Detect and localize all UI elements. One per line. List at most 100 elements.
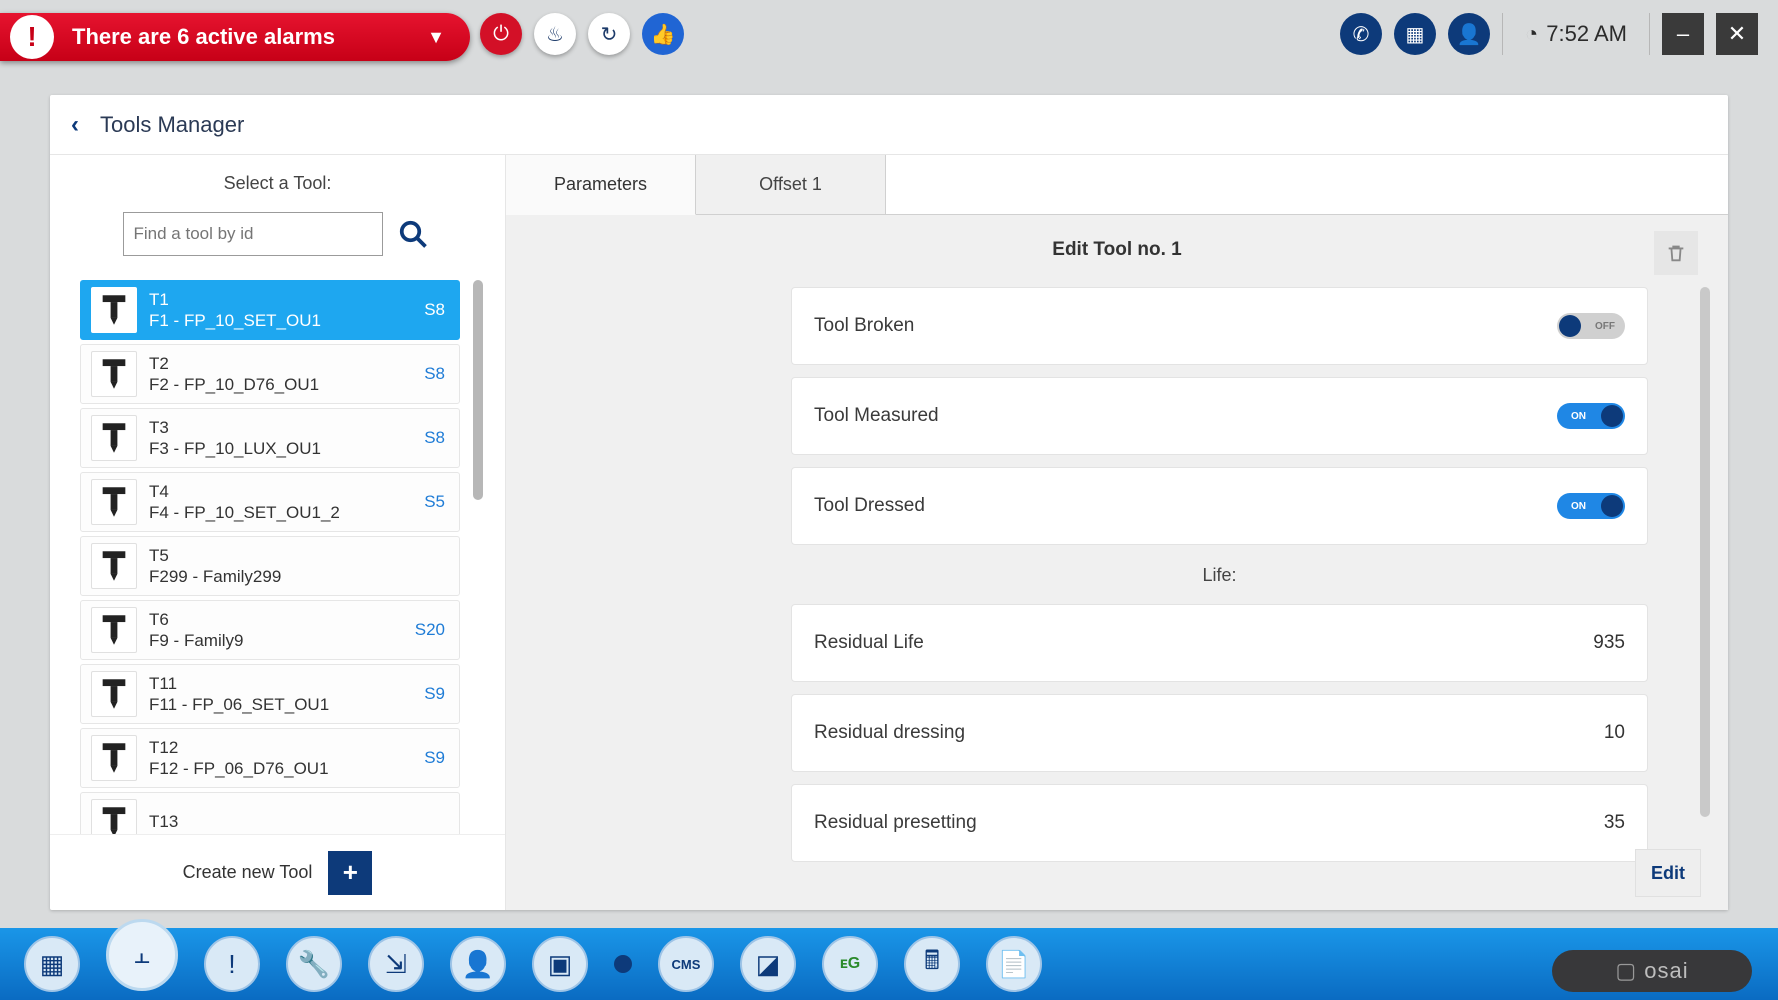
tool-family: F11 - FP_06_SET_OU1 [149, 694, 424, 715]
tool-icon [91, 351, 137, 397]
brand-logo: ▢ osai [1552, 950, 1752, 992]
dock-apps-icon[interactable]: ▦ [24, 936, 80, 992]
back-button[interactable]: ‹ [50, 111, 100, 139]
param-label: Residual dressing [814, 722, 1604, 744]
tool-slot: S9 [424, 684, 445, 704]
tool-slot: S9 [424, 748, 445, 768]
machine-icon[interactable]: ▦ [1394, 13, 1436, 55]
tool-family: F3 - FP_10_LUX_OU1 [149, 438, 424, 459]
page-title: Tools Manager [100, 112, 244, 138]
scrollbar[interactable] [1700, 287, 1710, 817]
tool-id: T13 [149, 811, 445, 832]
param-row: Tool Broken OFF [791, 287, 1648, 365]
toggle-switch[interactable]: OFF [1557, 313, 1625, 339]
tool-family: F1 - FP_10_SET_OU1 [149, 310, 424, 331]
dock-notes-icon[interactable]: 📄 [986, 936, 1042, 992]
tool-icon [91, 607, 137, 653]
tool-slot: S8 [424, 428, 445, 448]
search-input[interactable] [123, 212, 383, 256]
dock-screen-icon[interactable]: ▣ [532, 936, 588, 992]
life-section-label: Life: [791, 565, 1648, 586]
tool-list-item[interactable]: T13 [80, 792, 460, 834]
dock-alerts-icon[interactable]: ! [204, 936, 260, 992]
tool-id: T2 [149, 353, 424, 374]
dock-calc-icon[interactable]: 🖩 [904, 936, 960, 992]
param-label: Tool Dressed [814, 495, 1557, 517]
sync-icon[interactable]: ↻ [588, 13, 630, 55]
tool-family: F4 - FP_10_SET_OU1_2 [149, 502, 424, 523]
tool-family: F9 - Family9 [149, 630, 415, 651]
dock-app2-icon[interactable]: ◪ [740, 936, 796, 992]
select-a-tool-label: Select a Tool: [50, 173, 505, 194]
param-value: 10 [1604, 722, 1625, 744]
delete-button[interactable] [1654, 231, 1698, 275]
tool-icon [91, 415, 137, 461]
param-row: Residual dressing 10 [791, 694, 1648, 772]
tab-offset-1[interactable]: Offset 1 [696, 155, 886, 215]
toggle-switch[interactable]: ON [1557, 493, 1625, 519]
dock-dot-icon [614, 955, 632, 973]
tool-id: T11 [149, 673, 424, 694]
tool-list-item[interactable]: T4 F4 - FP_10_SET_OU1_2 S5 [80, 472, 460, 532]
param-value: 935 [1593, 632, 1625, 654]
phone-icon[interactable]: ✆ [1340, 13, 1382, 55]
search-icon[interactable] [393, 214, 433, 254]
tool-id: T1 [149, 289, 424, 310]
tool-slot: S5 [424, 492, 445, 512]
toggle-switch[interactable]: ON [1557, 403, 1625, 429]
dock-tools-icon[interactable]: ⫠ [106, 919, 178, 991]
tool-id: T5 [149, 545, 445, 566]
param-value: 35 [1604, 812, 1625, 834]
separator [1649, 13, 1650, 55]
tool-slot: S8 [424, 300, 445, 320]
close-button[interactable]: ✕ [1716, 13, 1758, 55]
tool-list-item[interactable]: T11 F11 - FP_06_SET_OU1 S9 [80, 664, 460, 724]
alarm-text: There are 6 active alarms [72, 24, 427, 50]
param-row: Tool Measured ON [791, 377, 1648, 455]
tool-icon [91, 735, 137, 781]
dock-user-icon[interactable]: 👤 [450, 936, 506, 992]
tool-icon [91, 671, 137, 717]
thumbs-up-icon[interactable]: 👍 [642, 13, 684, 55]
dock-wrench-icon[interactable]: 🔧 [286, 936, 342, 992]
tool-list-item[interactable]: T3 F3 - FP_10_LUX_OU1 S8 [80, 408, 460, 468]
tool-list-item[interactable]: T2 F2 - FP_10_D76_OU1 S8 [80, 344, 460, 404]
tool-icon [91, 479, 137, 525]
dock-eg-icon[interactable]: ᴇG [822, 936, 878, 992]
tab-parameters[interactable]: Parameters [506, 155, 696, 215]
brand-name: osai [1644, 958, 1688, 984]
param-label: Residual presetting [814, 812, 1604, 834]
dock-cms-icon[interactable]: CMS [658, 936, 714, 992]
scrollbar[interactable] [473, 280, 483, 500]
tool-family: F299 - Family299 [149, 566, 445, 587]
tool-slot: S8 [424, 364, 445, 384]
param-row: Residual Life 935 [791, 604, 1648, 682]
minimize-button[interactable]: – [1662, 13, 1704, 55]
tool-slot: S20 [415, 620, 445, 640]
tool-icon [91, 287, 137, 333]
tool-icon [91, 799, 137, 834]
tool-family: F2 - FP_10_D76_OU1 [149, 374, 424, 395]
separator [1502, 13, 1503, 55]
taskbar: ▦ ⫠ ! 🔧 ⇲ 👤 ▣ CMS ◪ ᴇG 🖩 📄 ▢ osai [0, 928, 1778, 1000]
create-new-tool-button[interactable]: + [328, 851, 372, 895]
fire-icon[interactable]: ♨ [534, 13, 576, 55]
tool-list-item[interactable]: T5 F299 - Family299 [80, 536, 460, 596]
clock-icon: ◔ [1525, 21, 1538, 47]
param-row: Tool Dressed ON [791, 467, 1648, 545]
tool-list-item[interactable]: T6 F9 - Family9 S20 [80, 600, 460, 660]
power-icon[interactable]: ⏻ [480, 13, 522, 55]
alarm-banner[interactable]: ! There are 6 active alarms ▼ [0, 13, 470, 61]
tool-list-item[interactable]: T12 F12 - FP_06_D76_OU1 S9 [80, 728, 460, 788]
edit-tool-title: Edit Tool no. 1 [1052, 239, 1181, 261]
tool-icon [91, 543, 137, 589]
chevron-down-icon: ▼ [427, 27, 445, 48]
param-row: Residual presetting 35 [791, 784, 1648, 862]
dock-layout-icon[interactable]: ⇲ [368, 936, 424, 992]
tool-list-item[interactable]: T1 F1 - FP_10_SET_OU1 S8 [80, 280, 460, 340]
edit-button[interactable]: Edit [1636, 850, 1700, 896]
tool-id: T6 [149, 609, 415, 630]
user-icon[interactable]: 👤 [1448, 13, 1490, 55]
tool-id: T3 [149, 417, 424, 438]
param-label: Residual Life [814, 632, 1593, 654]
